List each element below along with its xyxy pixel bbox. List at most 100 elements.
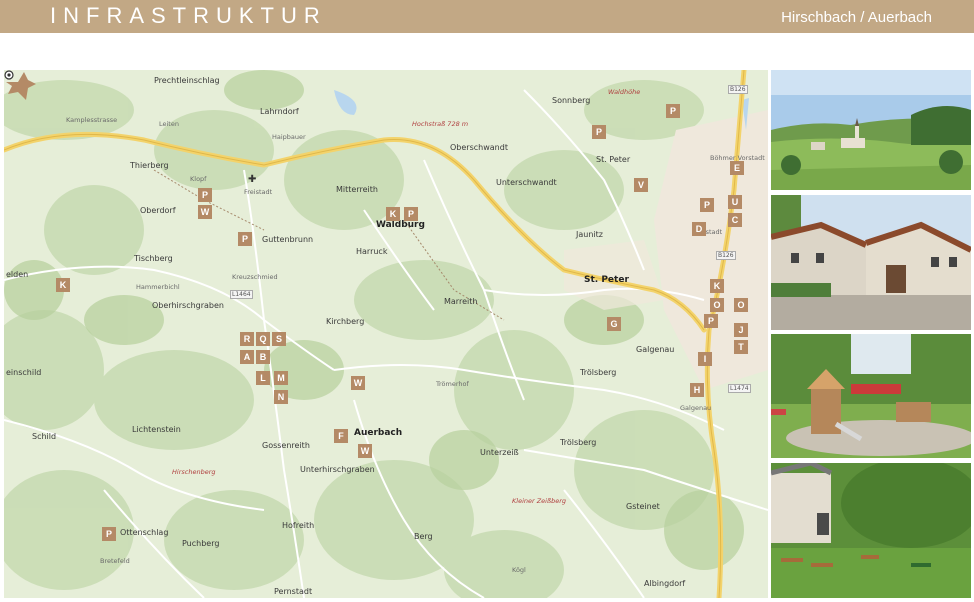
poi-marker[interactable]: P xyxy=(102,527,116,541)
poi-marker[interactable]: S xyxy=(272,332,286,346)
poi-marker[interactable]: W xyxy=(198,205,212,219)
farmhouse-photo xyxy=(771,195,971,330)
place-label: Gossenreith xyxy=(262,441,310,450)
poi-marker[interactable]: U xyxy=(728,195,742,209)
poi-marker[interactable]: K xyxy=(386,207,400,221)
place-label: Kreuzschmied xyxy=(232,273,278,281)
poi-marker[interactable]: W xyxy=(351,376,365,390)
poi-marker[interactable]: V xyxy=(634,178,648,192)
poi-marker[interactable]: C xyxy=(728,213,742,227)
place-label: Pernstadt xyxy=(274,587,313,596)
place-label: Kleiner Zeißberg xyxy=(512,497,567,505)
poi-marker[interactable]: N xyxy=(274,390,288,404)
place-label: Bretefeld xyxy=(100,557,130,565)
road-number-label: L1464 xyxy=(230,290,253,299)
place-label: Haipbauer xyxy=(272,133,306,141)
place-label: Auerbach xyxy=(354,428,403,438)
poi-marker[interactable]: Q xyxy=(256,332,270,346)
place-label: Thierberg xyxy=(130,161,169,170)
map-terrain xyxy=(4,70,768,598)
place-label: Guttenbrunn xyxy=(262,235,314,244)
place-label: Hammerbichl xyxy=(136,283,180,291)
place-label: elden xyxy=(6,270,29,279)
poi-marker[interactable]: P xyxy=(700,198,714,212)
place-label: Marreith xyxy=(444,297,478,306)
poi-marker[interactable]: B xyxy=(256,350,270,364)
poi-marker[interactable]: P xyxy=(238,232,252,246)
road-number-label: B126 xyxy=(716,251,736,260)
target-icon xyxy=(4,70,14,80)
road-number-label: B126 xyxy=(728,85,748,94)
place-label: Trölsberg xyxy=(560,438,597,447)
village-photo xyxy=(771,70,971,190)
poi-marker[interactable]: G xyxy=(607,317,621,331)
poi-marker[interactable]: H xyxy=(690,383,704,397)
place-label: Sonnberg xyxy=(552,96,591,105)
place-label: Unterhirschgraben xyxy=(300,465,375,474)
place-label: Lichtenstein xyxy=(132,425,181,434)
poi-marker[interactable]: L xyxy=(256,371,270,385)
place-label: Kirchberg xyxy=(326,317,365,326)
place-label: Puchberg xyxy=(182,539,220,548)
place-label: Kamplesstrasse xyxy=(66,116,118,124)
place-label: Oberdorf xyxy=(140,206,176,215)
place-label: Ottenschlag xyxy=(120,528,169,537)
poi-marker[interactable]: P xyxy=(666,104,680,118)
poi-marker[interactable]: O xyxy=(734,298,748,312)
place-label: Kögl xyxy=(512,566,526,574)
place-label: Hofreith xyxy=(282,521,315,530)
place-label: Unterzeiß xyxy=(480,448,519,457)
place-label: Albingdorf xyxy=(644,579,686,588)
place-label: Harruck xyxy=(356,247,388,256)
poi-marker[interactable]: D xyxy=(692,222,706,236)
place-label: Tischberg xyxy=(134,254,173,263)
page-title: INFRASTRUKTUR xyxy=(50,3,327,28)
place-label: Hirschenberg xyxy=(172,468,216,476)
place-label: Trömerhof xyxy=(436,380,469,388)
poi-marker[interactable]: A xyxy=(240,350,254,364)
place-label: Galgenau xyxy=(680,404,712,412)
church-cross-icon: ✚ xyxy=(248,174,257,185)
map[interactable]: Prechtleinschlag Lahrndorf Kamplesstrasse L… xyxy=(4,70,768,598)
place-label: Freistadt xyxy=(244,188,273,196)
poi-marker[interactable]: K xyxy=(56,278,70,292)
place-label: Leiten xyxy=(159,120,179,128)
place-label: St. Peter xyxy=(584,275,629,285)
poi-marker[interactable]: P xyxy=(198,188,212,202)
place-label: Waldburg xyxy=(376,220,425,230)
place-label: Oberhirschgraben xyxy=(152,301,225,310)
place-label: Mitterreith xyxy=(336,185,378,194)
poi-marker[interactable]: P xyxy=(404,207,418,221)
poi-marker[interactable]: J xyxy=(734,323,748,337)
poi-marker[interactable]: M xyxy=(274,371,288,385)
location-label: Hirschbach / Auerbach xyxy=(781,9,932,26)
place-label: Gsteinet xyxy=(626,502,660,511)
place-label: einschild xyxy=(6,368,42,377)
playground-photo xyxy=(771,334,971,458)
place-label: St. Peter xyxy=(596,155,631,164)
poi-marker[interactable]: T xyxy=(734,340,748,354)
place-label: Hochstraß 728 m xyxy=(412,120,469,128)
poi-marker[interactable]: R xyxy=(240,332,254,346)
garden-photo xyxy=(771,463,971,598)
place-label: Waldhöhe xyxy=(608,88,641,96)
poi-marker[interactable]: I xyxy=(698,352,712,366)
place-label: Klopf xyxy=(190,175,207,183)
poi-marker[interactable]: F xyxy=(334,429,348,443)
poi-marker[interactable]: P xyxy=(592,125,606,139)
poi-marker[interactable]: W xyxy=(358,444,372,458)
header-bar: INFRASTRUKTUR Hirschbach / Auerbach xyxy=(0,0,974,33)
place-label: Galgenau xyxy=(636,345,675,354)
place-label: Schild xyxy=(32,432,57,441)
place-label: Oberschwandt xyxy=(450,143,508,152)
poi-marker[interactable]: O xyxy=(710,298,724,312)
place-label: Unterschwandt xyxy=(496,178,557,187)
place-label: Jaunitz xyxy=(576,230,603,239)
road-number-label: L1474 xyxy=(728,384,751,393)
poi-marker[interactable]: E xyxy=(730,161,744,175)
poi-marker[interactable]: K xyxy=(710,279,724,293)
poi-marker[interactable]: P xyxy=(704,314,718,328)
place-label: Berg xyxy=(414,532,433,541)
place-label: Trölsberg xyxy=(580,368,617,377)
place-label: Lahrndorf xyxy=(260,107,299,116)
